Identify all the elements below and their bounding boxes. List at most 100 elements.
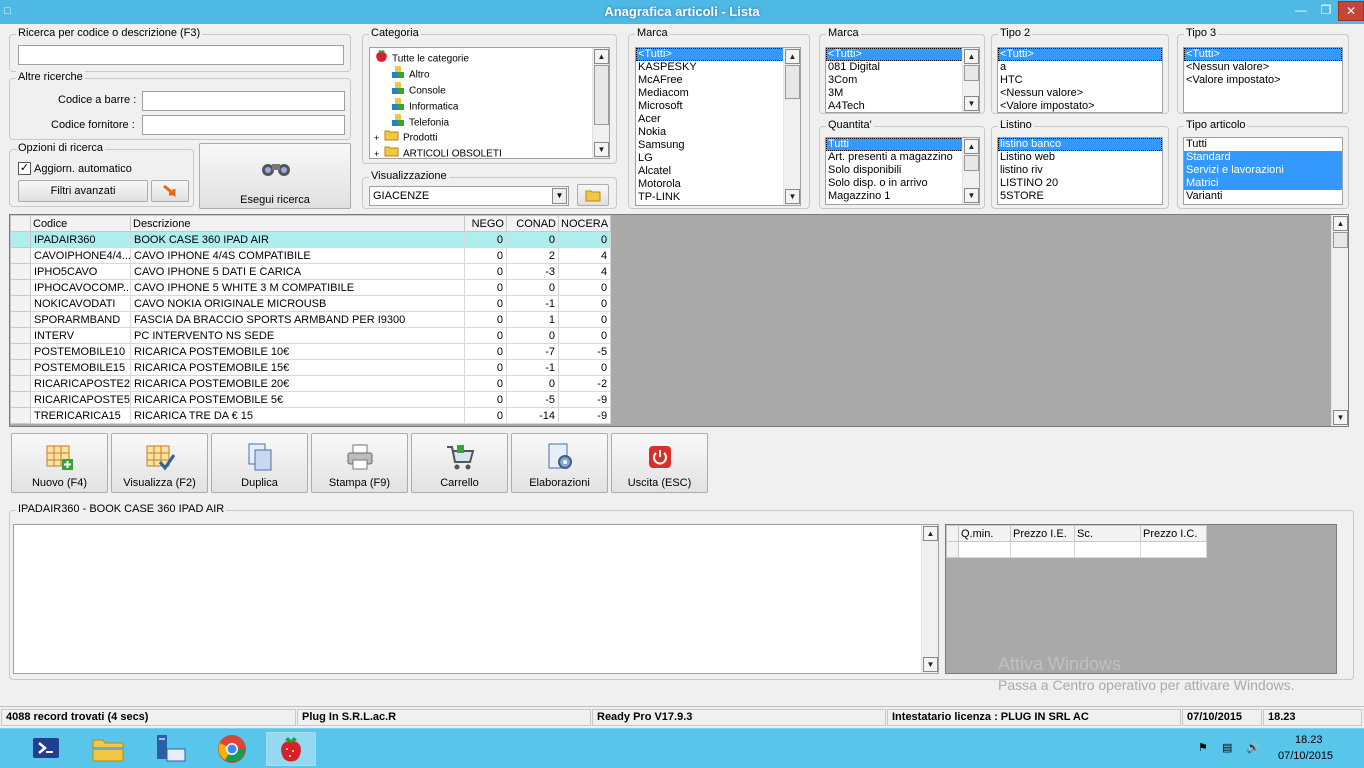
list-item[interactable]: Tutti [1184, 138, 1342, 151]
barcode-input[interactable] [142, 91, 345, 111]
table-cell[interactable]: 0 [557, 311, 612, 328]
list-item[interactable]: <Tutti> [826, 48, 979, 61]
list-item[interactable]: HTC [998, 74, 1162, 87]
brand-list[interactable]: <Tutti> KASPESKY McAFree Mediacom Microsoft A… [635, 47, 801, 206]
table-cell[interactable]: 0 [506, 327, 559, 344]
column-header[interactable]: NEGO [464, 215, 507, 232]
column-header[interactable]: Descrizione [130, 215, 465, 232]
tree-item[interactable]: Telefonia [390, 113, 449, 129]
table-cell[interactable]: INTERV [30, 327, 131, 344]
type3-list[interactable]: <Tutti> <Nessun valore> <Valore impostato> [1183, 47, 1343, 113]
table-cell[interactable]: 0 [464, 359, 507, 376]
table-cell[interactable] [958, 541, 1011, 558]
table-cell[interactable]: 0 [464, 247, 507, 264]
category-scrollbar[interactable]: ▲ ▼ [592, 48, 609, 158]
clock-time[interactable]: 18.23 [1295, 734, 1323, 746]
table-row[interactable]: NOKICAVODATI CAVO NOKIA ORIGINALE MICROUS… [10, 295, 612, 312]
table-cell[interactable] [1074, 541, 1141, 558]
table-cell[interactable]: 0 [557, 327, 612, 344]
list-item[interactable]: 5STORE [998, 190, 1162, 203]
row-header[interactable] [10, 407, 31, 424]
volume-icon[interactable]: 🔊 [1246, 741, 1260, 754]
row-header[interactable] [10, 311, 31, 328]
brand2-scrollbar[interactable]: ▲ ▼ [962, 48, 979, 112]
list-item[interactable]: Alcatel [636, 165, 800, 178]
table-cell[interactable]: 0 [557, 279, 612, 296]
table-row[interactable]: INTERV PC INTERVENTO NS SEDE 0 0 0 [10, 327, 612, 344]
table-cell[interactable]: -3 [506, 263, 559, 280]
list-item[interactable]: <Valore impostato> [1184, 74, 1342, 87]
table-cell[interactable]: POSTEMOBILE10 [30, 343, 131, 360]
view-select[interactable]: GIACENZE ▼ [369, 186, 569, 206]
scroll-down-button[interactable]: ▼ [964, 188, 979, 203]
row-header[interactable] [10, 327, 31, 344]
table-cell[interactable]: 2 [506, 247, 559, 264]
articles-grid[interactable]: Codice Descrizione NEGO CONAD NOCERA IPADAIR… [9, 214, 1349, 427]
table-cell[interactable] [1010, 541, 1075, 558]
brand2-list[interactable]: <Tutti> 081 Digital 3Com 3M A4Tech ▲ ▼ [825, 47, 980, 113]
list-item[interactable]: Matrici [1184, 177, 1342, 190]
list-item[interactable]: 081 Digital [826, 61, 979, 74]
brand-scrollbar[interactable]: ▲ ▼ [783, 48, 800, 205]
list-item[interactable]: <Tutti> [1184, 48, 1342, 61]
table-cell[interactable]: -7 [506, 343, 559, 360]
tree-item[interactable]: + Prodotti [374, 129, 437, 145]
table-cell[interactable]: SPORARMBAND [30, 311, 131, 328]
list-item[interactable]: Mediacom [636, 87, 800, 100]
row-header[interactable] [10, 247, 31, 264]
row-header[interactable] [10, 231, 31, 248]
table-cell[interactable]: 0 [464, 279, 507, 296]
list-item[interactable]: Magazzino 1 [826, 190, 979, 203]
file-explorer-icon[interactable] [86, 732, 130, 766]
list-item[interactable]: Samsung [636, 139, 800, 152]
column-header[interactable]: Sc. [1074, 525, 1141, 542]
expand-icon[interactable]: + [374, 130, 383, 146]
table-cell[interactable]: 0 [506, 375, 559, 392]
elaborazioni-button[interactable]: Elaborazioni [511, 433, 608, 493]
table-cell[interactable]: CAVO IPHONE 5 WHITE 3 M COMPATIBILE [130, 279, 465, 296]
row-header[interactable] [10, 359, 31, 376]
list-item[interactable]: Solo disponibili [826, 164, 979, 177]
scroll-down-button[interactable]: ▼ [923, 657, 938, 672]
carrello-button[interactable]: Carrello [411, 433, 508, 493]
table-cell[interactable]: RICARICA TRE DA € 15 [130, 407, 465, 424]
list-item[interactable]: Standard [1184, 151, 1342, 164]
list-item[interactable]: <Tutti> [998, 48, 1162, 61]
scroll-down-button[interactable]: ▼ [785, 189, 800, 204]
list-item[interactable]: Motorola [636, 178, 800, 191]
search-input[interactable] [18, 45, 344, 65]
prices-grid[interactable]: Q.min. Prezzo I.E. Sc. Prezzo I.C. [945, 524, 1337, 674]
row-header[interactable] [10, 263, 31, 280]
table-cell[interactable]: -14 [506, 407, 559, 424]
list-item[interactable]: 3M [826, 87, 979, 100]
open-folder-button[interactable] [577, 184, 609, 206]
chevron-down-icon[interactable]: ▼ [552, 188, 567, 204]
table-cell[interactable]: 0 [464, 391, 507, 408]
table-cell[interactable]: RICARICA POSTEMOBILE 15€ [130, 359, 465, 376]
table-cell[interactable]: 1 [506, 311, 559, 328]
clock-date[interactable]: 07/10/2015 [1278, 750, 1333, 762]
table-row[interactable]: RICARICAPOSTE5 RICARICA POSTEMOBILE 5€ 0 -5… [10, 391, 612, 408]
list-item[interactable]: a [998, 61, 1162, 74]
table-row[interactable]: TRERICARICA15 RICARICA TRE DA € 15 0 -14 -9 [10, 407, 612, 424]
table-cell[interactable]: 0 [557, 295, 612, 312]
list-item[interactable]: Art. presenti a magazzino [826, 151, 979, 164]
table-cell[interactable]: -2 [557, 375, 612, 392]
action-center-icon[interactable]: ⚑ [1198, 741, 1208, 754]
notes-scrollbar[interactable]: ▲ ▼ [921, 525, 938, 673]
column-header[interactable]: NOCERA [557, 215, 612, 232]
price-list-list[interactable]: listino banco Listino web listino riv LISTI… [997, 137, 1163, 205]
table-cell[interactable]: 0 [464, 263, 507, 280]
tree-item[interactable]: Informatica [390, 97, 458, 113]
list-item[interactable]: Varianti [1184, 190, 1342, 203]
minimize-button[interactable]: — [1288, 1, 1314, 21]
column-header[interactable]: Codice [30, 215, 131, 232]
list-item[interactable]: Servizi e lavorazioni [1184, 164, 1342, 177]
expand-icon[interactable]: + [374, 146, 383, 158]
list-item[interactable]: Acer [636, 113, 800, 126]
visualizza-button[interactable]: Visualizza (F2) [111, 433, 208, 493]
scroll-down-button[interactable]: ▼ [964, 96, 979, 111]
list-item[interactable]: LISTINO 20 [998, 177, 1162, 190]
table-row[interactable]: POSTEMOBILE15 RICARICA POSTEMOBILE 15€ 0 -1… [10, 359, 612, 376]
column-header[interactable]: Q.min. [958, 525, 1011, 542]
